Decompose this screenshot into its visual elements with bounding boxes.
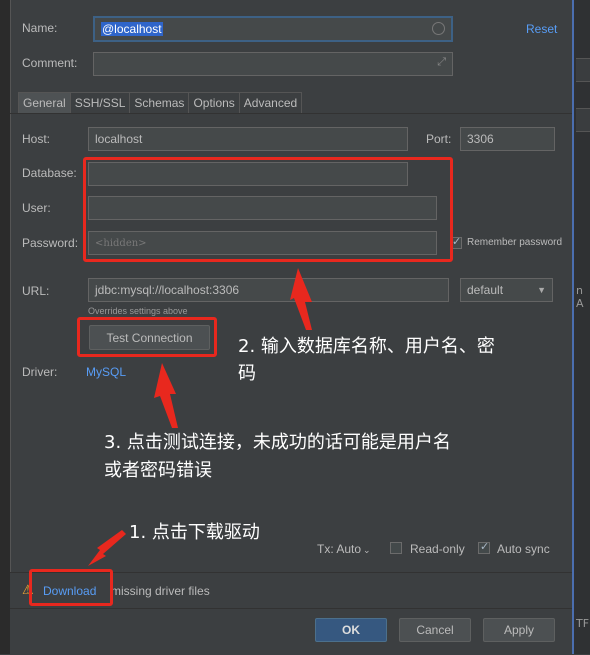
- annotation-step3-line1: 3. 点击测试连接，未成功的话可能是用户名: [104, 432, 451, 453]
- arrow-to-test-connection: [154, 363, 178, 428]
- arrow-to-credentials: [290, 268, 312, 330]
- arrow-to-download: [88, 530, 126, 566]
- annotation-arrows: [88, 268, 312, 566]
- annotation-step2-line2: 码: [238, 363, 256, 384]
- annotation-step3-line2: 或者密码错误: [104, 460, 212, 481]
- annotation-step1: 1. 点击下载驱动: [129, 522, 260, 543]
- annotation-step2-line1: 2. 输入数据库名称、用户名、密: [238, 336, 495, 357]
